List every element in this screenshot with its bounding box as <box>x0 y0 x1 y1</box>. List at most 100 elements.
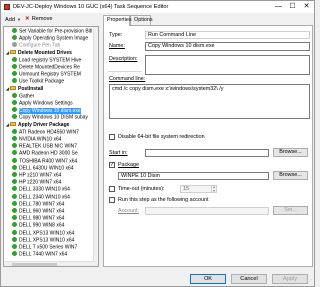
tree-step[interactable]: DELL 2340 WIN10 x64 <box>12 193 70 201</box>
check-icon <box>12 35 17 41</box>
tree-step[interactable]: DELL 990 WIN8 x64 <box>12 222 64 229</box>
tree-item-label: NVIDIA WIN10 x64 <box>19 136 62 143</box>
tree-item-label: DELL 990 WIN8 x64 <box>19 222 65 229</box>
tree-step[interactable]: DELL T x500 Series WIN7 <box>12 244 77 251</box>
add-label: Add <box>5 17 15 23</box>
type-value: Run Command Line <box>145 31 310 39</box>
tab-properties[interactable]: Properties <box>103 15 132 26</box>
folder-icon <box>10 121 16 127</box>
name-input[interactable]: Copy Windows 10 dism.exe <box>145 42 310 51</box>
remove-button[interactable]: ✕ Remove <box>25 15 53 24</box>
tree-step[interactable]: Delete MountedDevices Re <box>12 64 80 71</box>
tree-step[interactable]: DELL 980 WIN7 x64 <box>12 215 64 222</box>
tree-step[interactable]: Gather <box>12 92 35 100</box>
tree-step[interactable]: DELL XPS13 WIN10 x64 <box>12 236 75 244</box>
package-label: Package <box>118 162 139 168</box>
check-icon <box>12 229 17 235</box>
tree-step[interactable]: Configure Pen Tab <box>12 42 60 49</box>
tree-step[interactable]: TOSHIBA R400 WIN7 x64 <box>12 157 77 164</box>
start-in-input[interactable] <box>145 149 269 157</box>
account-label: Account: <box>118 208 139 214</box>
package-input[interactable]: WINPE 10 Dism <box>118 172 269 180</box>
tree-step[interactable]: Load registry SYSTEM Hive <box>12 56 82 64</box>
tree-step[interactable]: DELL 780 WIN7 x64 <box>12 200 65 208</box>
run-as-account-checkbox[interactable] <box>109 197 115 203</box>
tree-item-label: DELL 3330 WIN10 x64 <box>19 186 70 193</box>
task-sequence-tree[interactable]: Set Variable for Pre-provision Bitl Apply… <box>3 26 99 267</box>
tree-step[interactable]: AMD Radeon HD 3000 Se <box>12 150 78 157</box>
tree-item-label: Apply Operating System Image <box>19 35 89 42</box>
folder-icon <box>10 85 16 91</box>
check-icon <box>12 114 17 120</box>
tree-step[interactable]: Use Toolkit Package <box>12 78 64 85</box>
tree-step[interactable]: DELL XPS13 WIN10 x64 <box>12 229 74 236</box>
resize-grip-icon[interactable]: ⋰ <box>307 279 313 285</box>
maximize-button[interactable]: ☐ <box>286 1 299 12</box>
apply-button[interactable]: Apply <box>272 274 308 284</box>
cancel-button[interactable]: Cancel <box>231 274 267 284</box>
tree-item-label: Load registry SYSTEM Hive <box>19 57 82 64</box>
tree-step[interactable]: ATI Radeon HD4550 WIN7 <box>12 128 79 136</box>
account-input[interactable] <box>145 207 269 215</box>
title-bar[interactable]: DEV-JC-Deploy Windows 10 GUC (x64) Task … <box>1 1 314 13</box>
command-line-input[interactable]: cmd /c copy dism.exe x:\windows\system32… <box>109 84 310 119</box>
tree-vertical-scrollbar[interactable] <box>93 27 98 266</box>
tree-item-label: Apply Driver Package <box>18 121 70 128</box>
tree-step[interactable]: Copy Windows 10 dism.exe <box>12 107 81 114</box>
tree-item-label: Gather <box>19 93 35 100</box>
disabled-step-icon <box>12 42 17 48</box>
tree-group[interactable]: ◢ Delete Mounted Drives <box>6 49 72 57</box>
tree-step[interactable]: DELL 3330 WIN10 x64 <box>12 186 70 193</box>
tree-item-label: Delete MountedDevices Re <box>19 64 80 71</box>
account-set-button[interactable]: Set... <box>273 206 308 215</box>
tree-step[interactable]: Unmount Registry SYSTEM <box>12 71 81 78</box>
check-icon <box>12 172 17 177</box>
tab-options[interactable]: Options <box>130 15 153 25</box>
tree-item-label: ATI Radeon HD4550 WIN7 <box>19 129 79 136</box>
tree-step[interactable]: NVIDIA WIN10 x64 <box>12 136 62 143</box>
timeout-checkbox[interactable] <box>109 186 115 192</box>
start-in-browse-button[interactable]: Browse... <box>273 148 308 157</box>
tree-item-label: Apply Windows Settings <box>19 100 73 107</box>
tree-item-label: DELL 960 WIN7 x64 <box>19 208 65 215</box>
timeout-spin-buttons[interactable]: ▲ ▼ <box>211 185 216 192</box>
tree-step[interactable]: DELL 960 WIN7 x64 <box>12 208 64 215</box>
check-icon <box>12 78 17 84</box>
tree-step[interactable]: HP z220 WIN7 x64 <box>12 179 61 186</box>
close-button[interactable]: ✕ <box>300 1 313 12</box>
tree-horizontal-scrollbar[interactable] <box>4 261 95 266</box>
tree-group[interactable]: ◢ PostInstall <box>6 85 43 93</box>
tree-group[interactable]: ◢ Apply Driver Package <box>6 121 70 129</box>
app-icon <box>4 4 10 10</box>
tree-step[interactable]: Copy Windows 10 DISM subay <box>12 114 88 121</box>
check-icon <box>12 193 17 199</box>
description-input[interactable] <box>145 55 310 75</box>
tree-item-label: DELL 2340 WIN10 x64 <box>19 194 70 201</box>
tree-step[interactable]: Apply Operating System Image <box>12 35 88 42</box>
tree-item-label: HP z210 WIN7 x64 <box>19 172 62 179</box>
tree-item-label: DELL 780 WIN7 x64 <box>19 201 65 208</box>
tree-step[interactable]: DELL 6430U WIN10 x64 <box>12 164 74 171</box>
check-icon <box>12 56 17 62</box>
command-line-label: Command line: <box>109 76 146 82</box>
run-as-account-label: Run this step as the following account <box>118 197 209 203</box>
check-icon <box>12 164 17 170</box>
tree-item-label: Use Toolkit Package <box>19 78 65 85</box>
add-menu-button[interactable]: Add ▼ <box>5 15 21 24</box>
timeout-label: Time-out (minutes): <box>118 186 165 192</box>
tree-step[interactable]: HP z210 WIN7 x64 <box>12 172 61 179</box>
tree-item-label: DELL XPS13 WIN10 x64 <box>19 237 75 244</box>
check-icon <box>12 71 17 77</box>
minimize-button[interactable]: — <box>272 1 285 12</box>
tree-step[interactable]: REALTEK USB NIC WIN7 <box>12 143 77 150</box>
package-checkbox[interactable]: ✓ <box>109 162 115 168</box>
tree-step[interactable]: DELL 7440 WIN7 x64 <box>12 251 67 258</box>
tree-step[interactable]: Apply Windows Settings <box>12 100 73 107</box>
disable-64bit-checkbox[interactable] <box>109 134 115 140</box>
check-icon <box>12 200 17 206</box>
tree-step[interactable]: Set Variable for Pre-provision Bitl <box>12 28 92 35</box>
package-browse-button[interactable]: Browse... <box>273 171 308 180</box>
properties-panel: Type: Run Command Line Name: Copy Window… <box>103 25 313 267</box>
ok-button[interactable]: OK <box>190 274 226 284</box>
scroll-thumb[interactable] <box>12 263 57 266</box>
